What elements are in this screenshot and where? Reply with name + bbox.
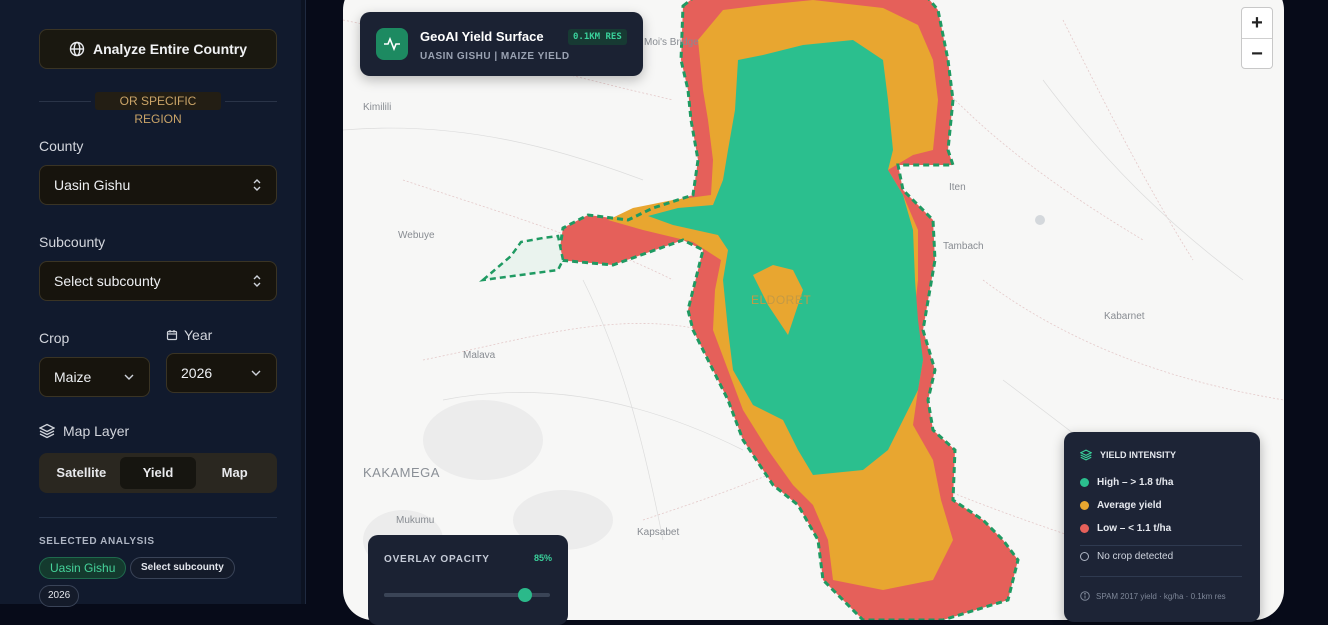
chevron-down-icon [124, 374, 134, 380]
town-tambach: Tambach [943, 241, 984, 252]
year-value: 2026 [181, 365, 213, 381]
legend-swatch-average [1080, 501, 1089, 510]
town-webuye: Webuye [398, 230, 435, 241]
opacity-panel: OVERLAY OPACITY 85% [368, 535, 568, 625]
town-iten: Iten [949, 182, 966, 193]
town-kabarnet: Kabarnet [1104, 311, 1145, 322]
opacity-value: 85% [533, 553, 552, 563]
legend-item-low: Low – < 1.1 t/ha [1080, 523, 1171, 534]
activity-icon [376, 28, 408, 60]
lake-marker [1035, 215, 1045, 225]
layer-option-yield[interactable]: Yield [119, 457, 197, 489]
map-title-card: GeoAI Yield Surface 0.1KM RES UASIN GISH… [360, 12, 643, 76]
layers-icon [1080, 449, 1092, 461]
legend-footer: SPAM 2017 yield · kg/ha · 0.1km res [1080, 591, 1226, 601]
updown-chevron-icon [253, 275, 261, 287]
crop-value: Maize [54, 369, 92, 385]
legend-divider [1080, 576, 1242, 577]
crop-select[interactable]: Maize [39, 357, 150, 397]
selected-analysis-title: SELECTED ANALYSIS [39, 536, 155, 547]
subcounty-label: Subcounty [39, 234, 106, 250]
legend-swatch-low [1080, 524, 1089, 533]
info-icon [1080, 591, 1090, 601]
chip-subcounty: Select subcounty [130, 557, 235, 579]
updown-chevron-icon [253, 179, 261, 191]
zoom-in-button[interactable]: + [1242, 8, 1272, 38]
opacity-slider-fill [384, 593, 526, 597]
town-kapsabet: Kapsabet [637, 527, 680, 538]
legend-footer-text: SPAM 2017 yield · kg/ha · 0.1km res [1096, 591, 1226, 601]
county-select[interactable]: Uasin Gishu [39, 165, 277, 205]
map-layer-label: Map Layer [63, 423, 130, 439]
zoom-control: + − [1241, 7, 1273, 69]
legend-label-high: High – > 1.8 t/ha [1097, 477, 1174, 488]
no-crop-zone [478, 234, 565, 282]
region-divider-text: OR SPECIFIC REGION [95, 92, 221, 126]
legend-item-high: High – > 1.8 t/ha [1080, 477, 1173, 488]
map-subtitle: UASIN GISHU | MAIZE YIELD [420, 51, 570, 62]
chip-county: Uasin Gishu [39, 557, 127, 579]
calendar-icon [166, 330, 178, 341]
subcounty-select[interactable]: Select subcounty [39, 261, 277, 301]
legend-header: YIELD INTENSITY [1080, 449, 1176, 461]
year-label-row: Year [166, 327, 212, 343]
globe-icon [69, 41, 85, 57]
opacity-title: OVERLAY OPACITY [384, 554, 490, 565]
analyze-country-label: Analyze Entire Country [92, 41, 248, 57]
year-select[interactable]: 2026 [166, 353, 277, 393]
legend-item-no-crop: No crop detected [1080, 551, 1173, 562]
subcounty-value: Select subcounty [54, 273, 161, 289]
legend-swatch-high [1080, 478, 1089, 487]
county-value: Uasin Gishu [54, 177, 131, 193]
opacity-slider-thumb[interactable] [518, 588, 533, 602]
year-label: Year [184, 327, 213, 343]
region-divider: OR SPECIFIC REGION [39, 92, 277, 126]
resolution-badge: 0.1KM RES [568, 29, 627, 45]
town-kimilili: Kimilili [363, 102, 392, 113]
town-kakamega: KAKAMEGA [363, 465, 440, 480]
town-eldoret: ELDORET [751, 293, 812, 307]
legend-label-low: Low – < 1.1 t/ha [1097, 523, 1172, 534]
yield-legend: YIELD INTENSITY High – > 1.8 t/ha Averag… [1064, 432, 1260, 622]
town-mukumu: Mukumu [396, 515, 435, 526]
legend-divider [1080, 545, 1242, 546]
layer-option-map[interactable]: Map [196, 457, 273, 489]
legend-title: YIELD INTENSITY [1100, 450, 1177, 460]
map-title: GeoAI Yield Surface [420, 29, 544, 44]
county-label: County [39, 138, 84, 154]
zoom-out-button[interactable]: − [1242, 39, 1272, 69]
town-malava: Malava [463, 350, 496, 361]
legend-label-no-crop: No crop detected [1097, 551, 1174, 562]
crop-label: Crop [39, 330, 70, 346]
legend-label-average: Average yield [1097, 500, 1162, 511]
map-layer-toggle: Satellite Yield Map [39, 453, 277, 493]
town-mois-bridge: Moi's Bridge [644, 37, 699, 48]
analyze-country-button[interactable]: Analyze Entire Country [39, 29, 277, 69]
sidebar-divider [39, 517, 277, 518]
opacity-slider[interactable] [384, 588, 550, 602]
legend-item-average: Average yield [1080, 500, 1162, 511]
map-layer-label-row: Map Layer [39, 423, 129, 439]
sidebar: Analyze Entire Country OR SPECIFIC REGIO… [0, 0, 306, 607]
legend-swatch-no-crop [1080, 552, 1089, 561]
layers-icon [39, 423, 55, 439]
layer-option-satellite[interactable]: Satellite [43, 457, 120, 489]
chevron-down-icon [251, 370, 261, 376]
sidebar-scrollbar[interactable] [301, 0, 305, 604]
